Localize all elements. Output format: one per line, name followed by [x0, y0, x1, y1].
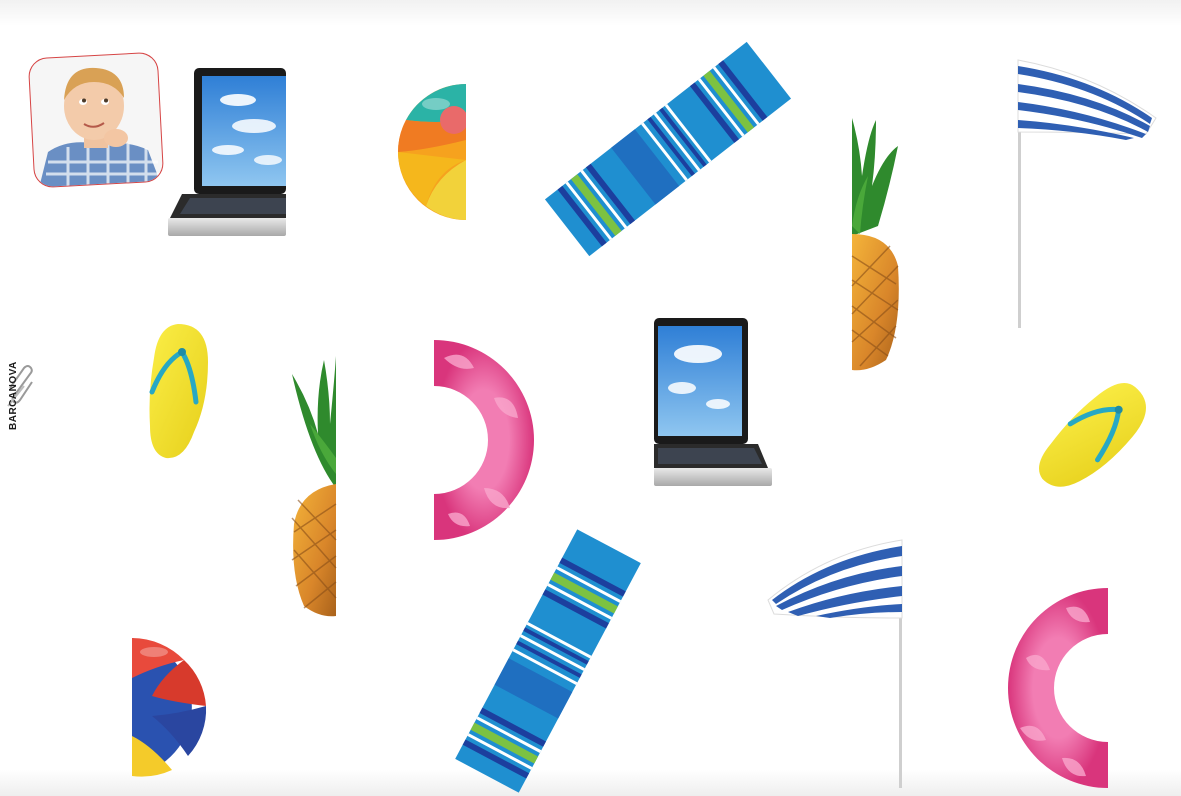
beach-towel-icon: [455, 529, 641, 793]
card-laptop-1[interactable]: [168, 66, 286, 238]
swim-ring-icon: [434, 340, 534, 540]
pineapple-icon: [851, 118, 899, 371]
brand-name: BARCANOVA: [8, 361, 19, 430]
swim-ring-icon: [1008, 588, 1108, 788]
card-swim-ring-1[interactable]: [434, 338, 538, 542]
player-avatar[interactable]: [28, 52, 164, 188]
card-flip-flop-1[interactable]: [144, 322, 212, 462]
pineapple-icon: [291, 356, 337, 617]
card-pineapple-2[interactable]: [290, 354, 338, 618]
beach-umbrella-icon: [1017, 59, 1157, 328]
laptop-icon: [654, 318, 772, 486]
beach-umbrella-icon: [767, 539, 903, 788]
card-beach-towel-2[interactable]: [455, 529, 641, 793]
card-umbrella-1[interactable]: [1014, 56, 1158, 332]
card-umbrella-2[interactable]: [766, 538, 906, 790]
card-beach-towel-1[interactable]: [544, 41, 792, 257]
flip-flop-icon: [149, 324, 208, 459]
card-pineapple-1[interactable]: [850, 116, 900, 372]
card-flip-flop-2[interactable]: [1036, 374, 1152, 498]
beach-ball-icon: [132, 638, 207, 777]
game-board: BARCANOVA: [0, 0, 1181, 796]
card-beach-ball-1[interactable]: [396, 80, 466, 222]
card-laptop-2[interactable]: [654, 318, 774, 488]
flip-flop-icon: [1039, 383, 1146, 487]
beach-ball-icon: [398, 84, 466, 220]
laptop-icon: [168, 68, 286, 236]
beach-towel-icon: [544, 41, 792, 257]
card-beach-ball-2[interactable]: [132, 636, 210, 778]
child-avatar: [28, 52, 164, 188]
card-swim-ring-2[interactable]: [1006, 588, 1110, 790]
